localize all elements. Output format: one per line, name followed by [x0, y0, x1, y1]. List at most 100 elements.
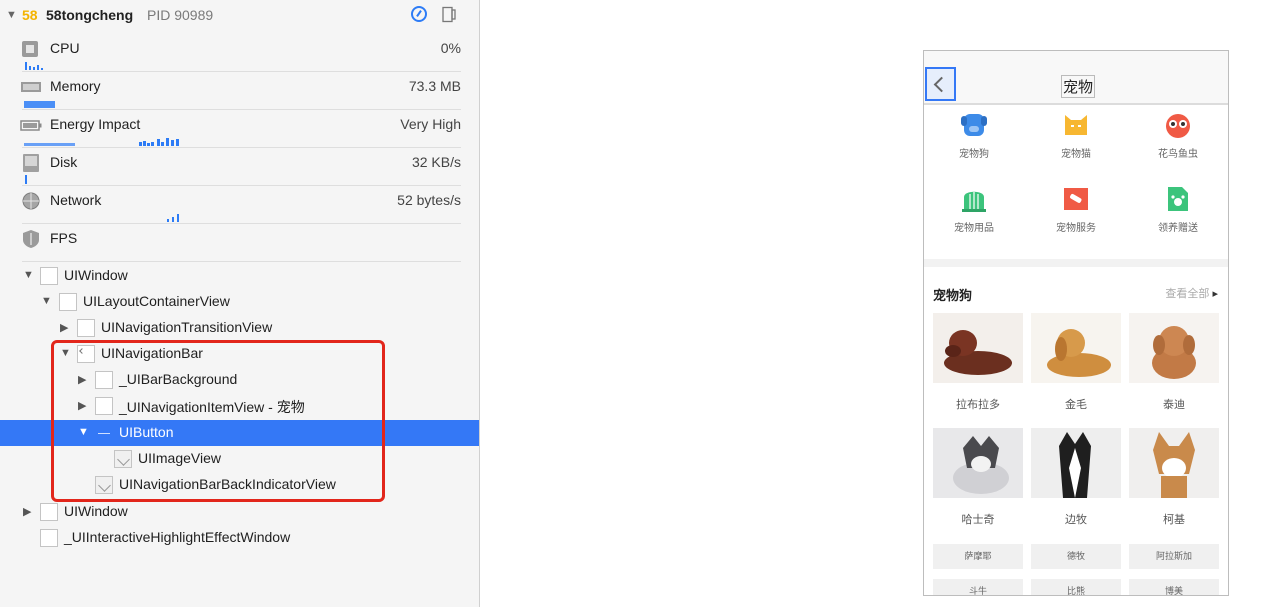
dog-name: 边牧 — [1065, 514, 1087, 526]
fps-shield-icon — [23, 230, 39, 248]
dog-card[interactable]: 边牧 — [1031, 428, 1121, 527]
category-item[interactable]: 宠物服务 — [1036, 185, 1116, 234]
see-all-label: 查看全部 — [1165, 288, 1210, 300]
disclosure-expanded-icon[interactable]: ▼ — [41, 295, 52, 307]
birdcage-icon — [962, 191, 986, 212]
view-thumbnail-icon — [95, 397, 113, 415]
disclosure-collapsed-icon[interactable]: ▶ — [23, 505, 31, 518]
breed-tag[interactable]: 阿拉斯加 — [1129, 544, 1219, 569]
tree-row-navigation-item-view[interactable]: ▶ _UINavigationItemView - 宠物 — [0, 393, 479, 419]
tree-row-navigation-bar[interactable]: ▼ UINavigationBar — [0, 341, 479, 367]
disclosure-expanded-icon[interactable]: ▼ — [60, 347, 71, 359]
battery-icon — [20, 120, 42, 131]
dog-name: 哈士奇 — [961, 514, 995, 526]
gauge-value: 32 KB/s — [411, 154, 461, 170]
chevron-left-icon — [933, 76, 950, 93]
tree-row-uiwindow-2[interactable]: ▶ UIWindow — [0, 499, 479, 525]
dog-name: 拉布拉多 — [956, 399, 1000, 411]
dog-card[interactable]: 泰迪 — [1129, 313, 1219, 412]
tree-row-label: UIButton — [119, 424, 174, 440]
breed-tag[interactable]: 德牧 — [1031, 544, 1121, 569]
gauge-label: Memory — [50, 78, 101, 94]
disclosure-expanded-icon[interactable]: ▼ — [78, 426, 89, 438]
tree-row-back-indicator-view[interactable]: UINavigationBarBackIndicatorView — [0, 472, 479, 498]
gauge-label: CPU — [50, 40, 80, 56]
dog-card[interactable]: 哈士奇 — [933, 428, 1023, 527]
back-button[interactable] — [925, 67, 956, 101]
dog-card[interactable]: 金毛 — [1031, 313, 1121, 412]
category-item[interactable]: 宠物狗 — [934, 111, 1014, 160]
category-label: 宠物用品 — [954, 223, 994, 234]
breed-tag[interactable]: 萨摩耶 — [933, 544, 1023, 569]
dog-card[interactable]: 拉布拉多 — [933, 313, 1023, 412]
category-label: 宠物服务 — [1056, 223, 1096, 234]
gauge-label: FPS — [50, 230, 78, 246]
view-hierarchy-icon[interactable] — [441, 6, 457, 23]
section-divider — [924, 259, 1228, 267]
category-item[interactable]: 领养赠送 — [1138, 185, 1218, 234]
dog-name: 金毛 — [1065, 399, 1087, 411]
tree-row-image-view[interactable]: UIImageView — [0, 446, 479, 472]
view-thumbnail-icon — [40, 503, 58, 521]
dog-name: 柯基 — [1163, 514, 1185, 526]
tree-row-label: UINavigationTransitionView — [101, 319, 273, 335]
disclosure-collapsed-icon[interactable]: ▶ — [60, 321, 68, 334]
dog-photo — [1129, 313, 1219, 383]
tree-row-transition-view[interactable]: ▶ UINavigationTransitionView — [0, 315, 479, 341]
view-thumbnail-icon — [95, 371, 113, 389]
memory-sparkline — [24, 101, 55, 108]
gauge-memory[interactable]: Memory 73.3 MB — [0, 72, 479, 110]
tree-row-uibutton[interactable]: ▼ UIButton — [0, 420, 479, 446]
debug-navigator: ▼ 58 58tongcheng PID 90989 CPU 0% Memory — [0, 0, 480, 607]
breed-tag[interactable]: 博美 — [1129, 579, 1219, 595]
gauge-fps[interactable]: FPS — [0, 224, 479, 262]
gauge-cpu[interactable]: CPU 0% — [0, 34, 479, 72]
phone-screen: 宠物 宠物狗 宠物猫 花鸟鱼虫 宠物用品 宠物服务 领养赠送 宠物狗 查看全部 … — [923, 50, 1229, 596]
breed-tag[interactable]: 斗牛 — [933, 579, 1023, 595]
memory-icon — [21, 82, 41, 92]
category-item[interactable]: 宠物用品 — [934, 185, 1014, 234]
tree-row-label: _UIInteractiveHighlightEffectWindow — [64, 529, 291, 545]
tree-row-label: _UINavigationItemView - 宠物 — [119, 399, 305, 415]
category-item[interactable]: 花鸟鱼虫 — [1138, 111, 1218, 160]
cpu-sparkline — [25, 62, 43, 70]
dog-photo — [1031, 313, 1121, 383]
disk-icon — [23, 154, 39, 172]
energy-sparkline — [24, 138, 179, 146]
disclosure-triangle-icon[interactable]: ▼ — [6, 9, 17, 21]
disclosure-collapsed-icon[interactable]: ▶ — [78, 373, 86, 386]
nav-title: 宠物 — [1061, 75, 1096, 98]
gauge-energy[interactable]: Energy Impact Very High — [0, 110, 479, 148]
disclosure-expanded-icon[interactable]: ▼ — [23, 269, 34, 281]
image-thumbnail-icon — [114, 450, 132, 468]
app-icon: 58 — [22, 7, 38, 23]
process-pid: PID 90989 — [147, 7, 214, 23]
tree-row-highlight-window[interactable]: _UIInteractiveHighlightEffectWindow — [0, 525, 479, 551]
tree-row-uiwindow[interactable]: ▼ UIWindow — [0, 263, 479, 289]
view-thumbnail-icon — [59, 293, 77, 311]
dog-photo — [933, 313, 1023, 383]
tree-row-layout-container[interactable]: ▼ UILayoutContainerView — [0, 289, 479, 315]
category-item[interactable]: 宠物猫 — [1036, 111, 1116, 160]
gauge-disk[interactable]: Disk 32 KB/s — [0, 148, 479, 186]
process-name: 58tongcheng — [46, 7, 134, 23]
breed-tag[interactable]: 比熊 — [1031, 579, 1121, 595]
tree-row-bar-background[interactable]: ▶ _UIBarBackground — [0, 367, 479, 393]
category-label: 领养赠送 — [1158, 223, 1198, 234]
gauge-label: Energy Impact — [50, 116, 141, 132]
adopt-icon — [1168, 187, 1188, 211]
owl-icon — [1166, 114, 1190, 138]
process-row[interactable]: ▼ 58 58tongcheng PID 90989 — [0, 0, 479, 32]
image-thumbnail-icon — [95, 476, 113, 494]
disclosure-collapsed-icon[interactable]: ▶ — [78, 399, 86, 412]
section-title: 宠物狗 — [933, 288, 973, 303]
see-all-link[interactable]: 查看全部 ▸ — [1165, 285, 1218, 301]
gauge-network[interactable]: Network 52 bytes/s — [0, 186, 479, 224]
dog-card[interactable]: 柯基 — [1129, 428, 1219, 527]
debug-gauge-icon[interactable] — [411, 6, 427, 22]
button-thumbnail-icon — [95, 424, 113, 442]
view-thumbnail-icon — [77, 319, 95, 337]
dog-name: 泰迪 — [1163, 399, 1185, 411]
navigation-bar: 宠物 — [924, 51, 1228, 105]
tree-row-label: UIWindow — [64, 267, 128, 283]
